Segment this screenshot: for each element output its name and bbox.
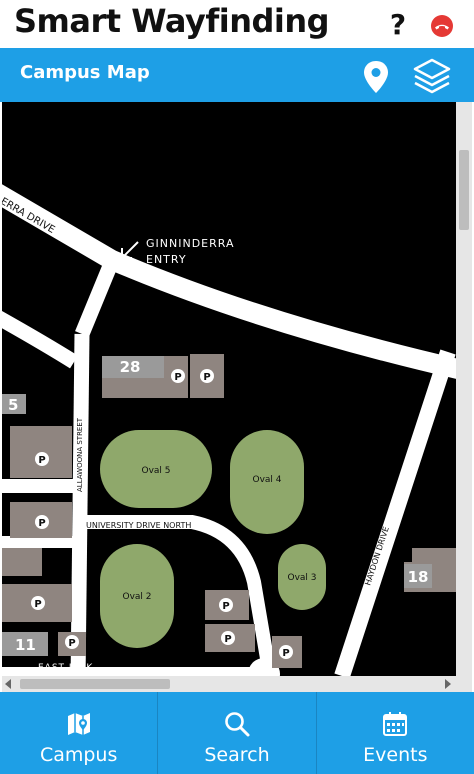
bottom-nav: Campus Search Events xyxy=(0,692,474,774)
label-allawoona-street: ALLAWOONA STREET xyxy=(76,417,84,492)
oval-4-label: Oval 4 xyxy=(252,475,281,485)
parking-marker-label: P xyxy=(38,455,45,466)
scroll-left-arrow-icon[interactable] xyxy=(4,679,12,689)
label-university-drive-north: UNIVERSITY DRIVE NORTH xyxy=(86,521,191,530)
location-pin-icon[interactable] xyxy=(362,60,390,94)
parking-marker-label: P xyxy=(68,638,75,649)
nav-search[interactable]: Search xyxy=(158,692,317,774)
label-ginninderra-entry-line1: GINNINDERRA xyxy=(146,237,234,250)
campus-map[interactable]: 28 5 11 18 Oval 5 Oval 4 Oval 3 Oval 2 P… xyxy=(2,102,472,692)
building-5-label: 5 xyxy=(8,396,18,414)
building-28-label: 28 xyxy=(120,358,141,376)
label-ginninderra-entry-line2: ENTRY xyxy=(146,253,187,266)
scroll-right-arrow-icon[interactable] xyxy=(444,679,452,689)
oval-3-label: Oval 3 xyxy=(287,573,316,583)
nav-campus-label: Campus xyxy=(39,744,118,766)
nav-events-label: Events xyxy=(363,744,428,766)
oval-2-label: Oval 2 xyxy=(122,592,151,602)
road-ginninderra-drive xyxy=(2,184,465,380)
label-east-link: EAST LINK xyxy=(38,663,93,673)
map-icon xyxy=(67,713,90,735)
road-west-link xyxy=(2,311,78,369)
road-entry-connector xyxy=(75,263,117,337)
app-header: Smart Wayfinding ? xyxy=(0,0,474,48)
road-haydon-drive xyxy=(334,349,456,676)
parking-marker-label: P xyxy=(224,634,231,645)
building-18-label: 18 xyxy=(408,568,429,586)
search-icon xyxy=(225,712,250,737)
hang-up-icon[interactable] xyxy=(430,14,454,38)
parking-marker-label: P xyxy=(222,601,229,612)
parking-marker-label: P xyxy=(38,518,45,529)
entry-arrow-icon xyxy=(121,241,139,259)
map-toolbar: Campus Map xyxy=(0,48,474,102)
oval-5-label: Oval 5 xyxy=(141,466,170,476)
road-allawoona-street xyxy=(70,333,90,676)
map-vertical-scrollbar[interactable] xyxy=(456,102,472,676)
app-title: Smart Wayfinding xyxy=(14,2,330,40)
building-11-label: 11 xyxy=(15,636,36,654)
parking-marker-label: P xyxy=(174,372,181,383)
parking-marker-label: P xyxy=(282,648,289,659)
parking-lot xyxy=(10,426,72,478)
page-title: Campus Map xyxy=(20,62,150,83)
horizontal-scroll-thumb[interactable] xyxy=(20,679,170,689)
parking-marker-label: P xyxy=(34,599,41,610)
nav-campus[interactable]: Campus xyxy=(0,692,159,774)
map-horizontal-scrollbar[interactable] xyxy=(2,676,472,692)
parking-marker-label: P xyxy=(203,372,210,383)
calendar-icon xyxy=(383,712,408,736)
nav-events[interactable]: Events xyxy=(317,692,474,774)
map-canvas[interactable]: 28 5 11 18 Oval 5 Oval 4 Oval 3 Oval 2 P… xyxy=(2,102,472,676)
vertical-scroll-thumb[interactable] xyxy=(459,150,469,230)
layers-icon[interactable] xyxy=(412,58,452,96)
help-icon[interactable]: ? xyxy=(386,8,410,42)
nav-search-label: Search xyxy=(204,744,270,766)
